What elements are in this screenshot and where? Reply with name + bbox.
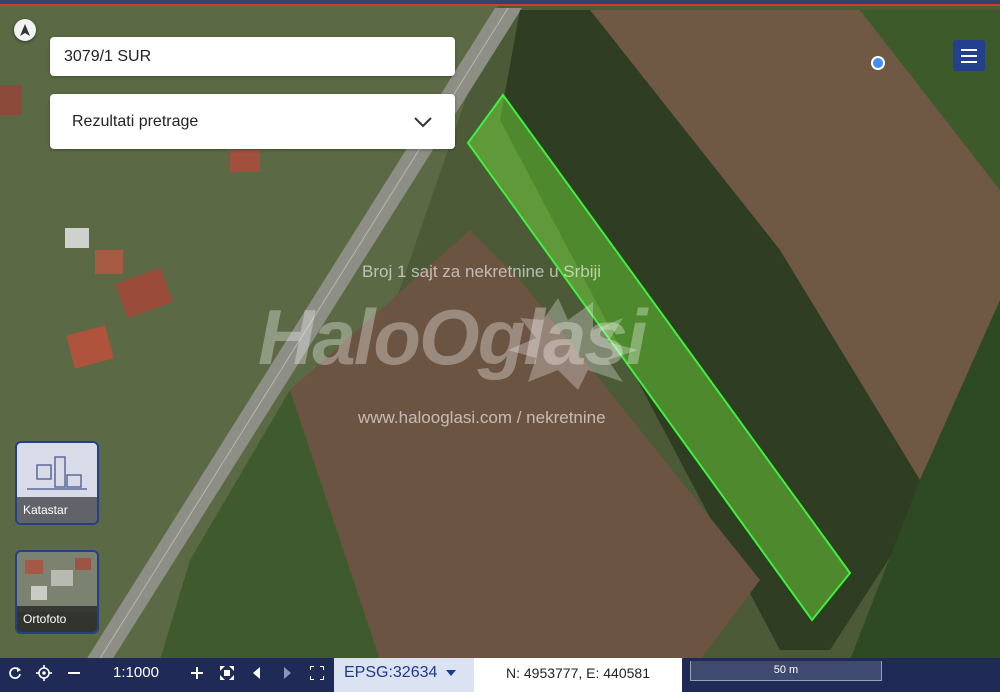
coordinates-readout: N: 4953777, E: 440581 [474, 658, 682, 692]
zoom-extent-button[interactable] [216, 658, 238, 688]
chevron-down-icon [414, 117, 432, 128]
watermark-url: www.halooglasi.com / nekretnine [358, 408, 606, 427]
layer-ortofoto-label: Ortofoto [17, 606, 97, 632]
location-marker[interactable] [871, 56, 885, 70]
north-arrow-icon [20, 24, 30, 36]
fullscreen-button[interactable] [306, 658, 328, 688]
top-strip [0, 0, 1000, 6]
watermark-logo-text: HaloOglasi [258, 293, 647, 381]
cadastre-icon [27, 456, 87, 490]
triangle-right-icon [284, 667, 291, 679]
refresh-button[interactable] [4, 658, 26, 688]
refresh-icon [9, 667, 21, 679]
projection-select[interactable]: EPSG:32634 [334, 658, 474, 692]
scale-bar: 50 m [690, 661, 882, 681]
previous-view-button[interactable] [246, 658, 268, 688]
projection-value: EPSG:32634 [344, 664, 438, 681]
layer-ortofoto-button[interactable]: Ortofoto [15, 550, 99, 634]
expand-arrows-icon [220, 666, 234, 680]
plus-icon [191, 667, 203, 679]
compass-button[interactable] [14, 19, 36, 41]
watermark: Broj 1 sajt za nekretnine u Srbiji HaloO… [258, 262, 758, 432]
watermark-tagline: Broj 1 sajt za nekretnine u Srbiji [362, 262, 602, 281]
scale-readout: 1:1000 [113, 664, 159, 681]
fullscreen-icon [310, 666, 324, 680]
caret-down-icon [446, 670, 456, 676]
layer-katastar-button[interactable]: Katastar [15, 441, 99, 525]
results-dropdown[interactable]: Rezultati pretrage [50, 94, 455, 149]
search-input-value: 3079/1 SUR [64, 48, 152, 65]
search-input[interactable]: 3079/1 SUR [50, 37, 455, 76]
minus-icon [68, 672, 80, 674]
zoom-out-button[interactable] [63, 658, 85, 688]
layer-katastar-label: Katastar [17, 497, 97, 523]
results-dropdown-label: Rezultati pretrage [72, 113, 199, 130]
locate-button[interactable] [33, 658, 55, 688]
next-view-button[interactable] [276, 658, 298, 688]
zoom-in-button[interactable] [186, 658, 208, 688]
watermark-logo: HaloOglasi [258, 290, 758, 390]
orthophoto-icon [17, 552, 97, 612]
menu-button[interactable] [953, 40, 985, 71]
triangle-left-icon [253, 667, 260, 679]
hamburger-icon [961, 48, 977, 63]
crosshair-icon [36, 665, 52, 681]
